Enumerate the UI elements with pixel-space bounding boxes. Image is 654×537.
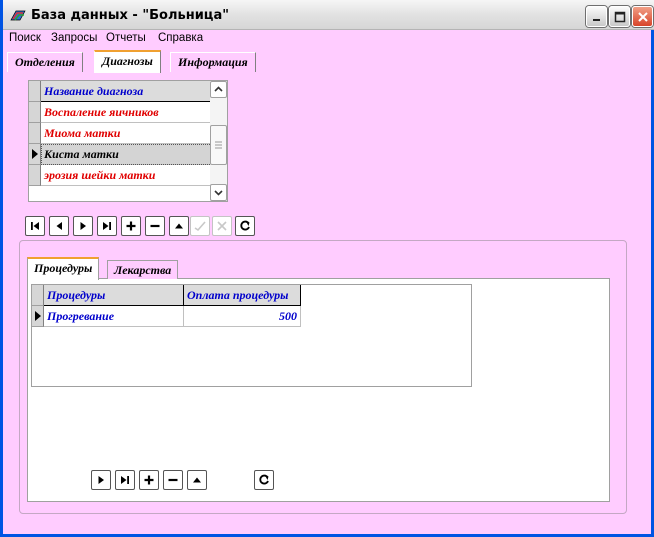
table-row[interactable]: эрозия шейки матки (41, 165, 224, 186)
nav-post-button[interactable] (190, 216, 210, 236)
nav-last-button[interactable] (115, 470, 135, 490)
procedures-grid: Процедуры Оплата процедуры Прогревание 5… (31, 284, 472, 387)
current-row-indicator[interactable] (29, 144, 41, 165)
tab-diagnoses[interactable]: Диагнозы (94, 50, 161, 73)
row-indicator[interactable] (29, 123, 41, 144)
scroll-down-button[interactable] (210, 184, 227, 201)
tab-information[interactable]: Информация (170, 52, 256, 72)
nav-delete-button[interactable] (163, 470, 183, 490)
insert-icon (144, 475, 154, 485)
menu-queries[interactable]: Запросы (51, 32, 97, 44)
edit-icon (193, 477, 201, 483)
scroll-up-button[interactable] (210, 81, 227, 98)
vertical-scrollbar[interactable] (210, 81, 227, 201)
row-indicator[interactable] (29, 165, 41, 186)
delete-icon (150, 224, 160, 228)
scroll-thumb[interactable] (210, 125, 227, 165)
nav-prior-button[interactable] (49, 216, 69, 236)
chevron-down-icon (214, 190, 223, 196)
current-row-arrow-icon (35, 311, 41, 321)
tab-medicines[interactable]: Лекарства (107, 260, 179, 279)
diagnoses-grid: Название диагноза Воспаление яичников Ми… (28, 80, 228, 202)
tab-procedures[interactable]: Процедуры (27, 257, 100, 280)
table-cell-procedure-name[interactable]: Прогревание (44, 306, 184, 327)
next-icon (80, 222, 86, 230)
nav-next-button[interactable] (91, 470, 111, 490)
nav-refresh-button[interactable] (254, 470, 274, 490)
nav-delete-button[interactable] (145, 216, 165, 236)
current-row-indicator[interactable] (32, 306, 44, 327)
table-row-selected[interactable]: Киста матки (41, 144, 224, 165)
row-indicator (32, 285, 44, 306)
table-row[interactable]: Воспаление яичников (41, 102, 224, 123)
table-cell-procedure-price[interactable]: 500 (184, 306, 301, 327)
nav-cancel-button[interactable] (212, 216, 232, 236)
nav-last-button[interactable] (97, 216, 117, 236)
last-icon (121, 476, 129, 484)
table-row[interactable]: Миома матки (41, 123, 224, 144)
menu-bar: Поиск Запросы Отчеты Справка (3, 30, 651, 49)
menu-help[interactable]: Справка (158, 32, 203, 44)
nav-insert-button[interactable] (121, 216, 141, 236)
database-app-icon (10, 10, 26, 21)
close-icon (638, 12, 648, 22)
cancel-icon (217, 221, 227, 231)
maximize-button[interactable] (609, 6, 630, 27)
nav-edit-button[interactable] (169, 216, 189, 236)
tab-departments[interactable]: Отделения (7, 52, 83, 72)
minimize-icon (593, 19, 600, 21)
next-icon (98, 476, 104, 484)
delete-icon (168, 478, 178, 482)
close-button[interactable] (632, 6, 653, 27)
last-icon (103, 222, 111, 230)
nav-edit-button[interactable] (187, 470, 207, 490)
nav-refresh-button[interactable] (235, 216, 255, 236)
app-window: База данных - "Больница" Поиск Запросы О… (0, 0, 654, 537)
title-bar[interactable]: База данных - "Больница" (3, 0, 654, 30)
row-indicator (29, 81, 41, 102)
post-icon (194, 221, 206, 232)
first-icon (31, 222, 39, 230)
row-indicator[interactable] (29, 102, 41, 123)
nav-next-button[interactable] (73, 216, 93, 236)
window-title: База данных - "Больница" (31, 8, 229, 23)
prior-icon (56, 222, 62, 230)
maximize-icon (614, 11, 626, 23)
minimize-button[interactable] (586, 6, 607, 27)
insert-icon (126, 221, 136, 231)
column-header-procedure-price[interactable]: Оплата процедуры (184, 285, 301, 306)
column-header-procedures[interactable]: Процедуры (44, 285, 184, 306)
menu-search[interactable]: Поиск (9, 32, 41, 44)
refresh-icon (240, 220, 250, 231)
current-row-arrow-icon (32, 149, 38, 159)
nav-insert-button[interactable] (139, 470, 159, 490)
chevron-up-icon (214, 86, 223, 92)
column-header-diagnosis[interactable]: Название диагноза (41, 81, 224, 102)
menu-reports[interactable]: Отчеты (106, 32, 146, 44)
edit-icon (175, 223, 183, 229)
grip-icon (215, 141, 222, 149)
nav-first-button[interactable] (25, 216, 45, 236)
refresh-icon (259, 474, 269, 485)
